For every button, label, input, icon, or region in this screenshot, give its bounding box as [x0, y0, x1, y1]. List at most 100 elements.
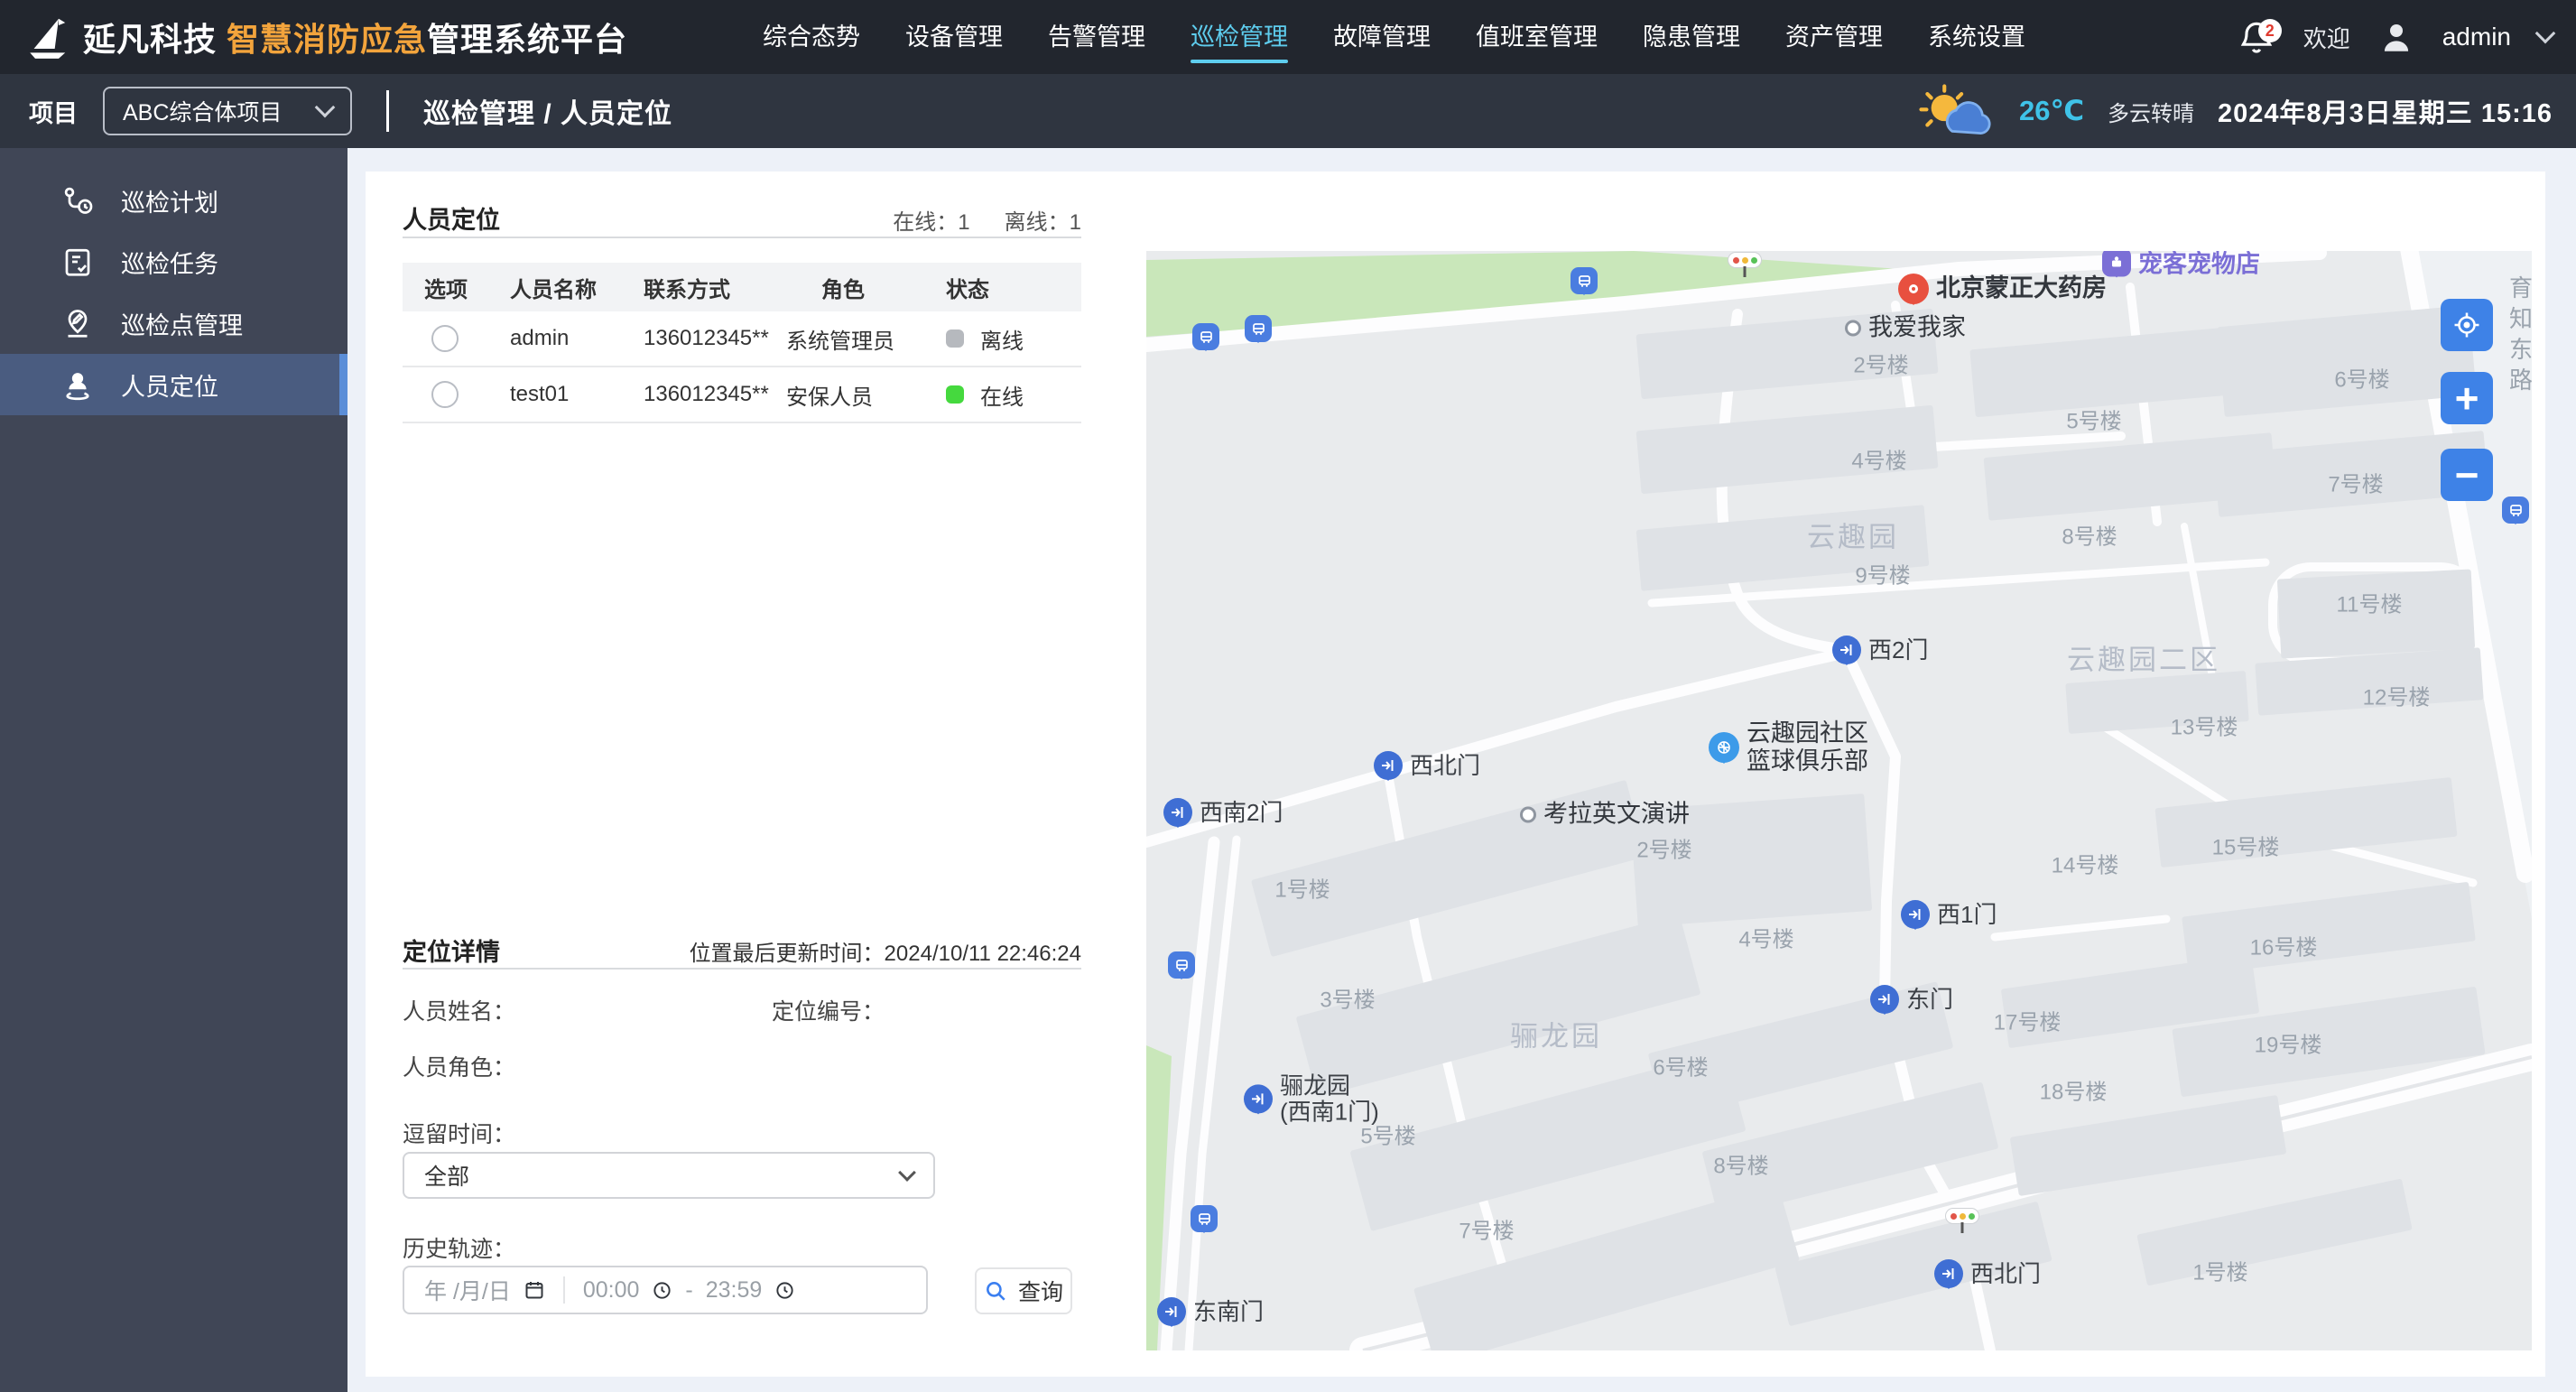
- app-title: 延凡科技 智慧消防应急管理系统平台: [83, 21, 628, 58]
- map-canvas[interactable]: 2号楼 5号楼 6号楼 4号楼 7号楼 8号楼 9号楼 云趣园 11号楼 12号楼 13号楼 云趣园二…: [1146, 251, 2532, 1350]
- gate-pin-icon: [1870, 985, 1899, 1014]
- col-header-option: 选项: [424, 277, 468, 302]
- location-pencil-icon: [68, 310, 88, 338]
- status-text: 在线: [980, 385, 1024, 410]
- cell-role: 系统管理员: [786, 329, 894, 354]
- poi-dot-icon: [1520, 805, 1536, 822]
- sidebar: 巡检计划 巡检任务 巡检点管理 人员定位: [0, 148, 347, 1392]
- personnel-table: 选项 人员名称 联系方式 角色 状态 admin 136012345** 系统管…: [403, 263, 1081, 423]
- bar-divider: [386, 90, 389, 132]
- nav-item-faults[interactable]: 故障管理: [1333, 0, 1431, 74]
- gate-pin-icon: [1157, 1297, 1186, 1326]
- table-row[interactable]: test01 136012345** 安保人员 在线: [403, 367, 1081, 423]
- sidebar-item-label: 巡检任务: [121, 250, 218, 278]
- last-update-time: 位置最后更新时间：2024/10/11 22:46:24: [689, 942, 1081, 966]
- route-clock-icon: [64, 187, 93, 214]
- map-bus-stop-marker: [1571, 267, 1598, 294]
- row-radio[interactable]: [431, 381, 459, 408]
- nav-item-settings[interactable]: 系统设置: [1928, 0, 2025, 74]
- map-label-building: 3号楼: [1320, 988, 1376, 1013]
- datetime-text: 2024年8月3日星期三 15:16: [2218, 99, 2553, 128]
- sail-logo-icon: [30, 18, 66, 59]
- nav-item-assets[interactable]: 资产管理: [1785, 0, 1883, 74]
- map-traffic-light-marker: [1728, 253, 1761, 267]
- table-header-row: 选项 人员名称 联系方式 角色 状态: [403, 263, 1081, 311]
- map-label-building: 4号楼: [1738, 927, 1794, 952]
- top-navbar: 延凡科技 智慧消防应急管理系统平台 综合态势 设备管理 告警管理 巡检管理 故障…: [0, 0, 2576, 74]
- status-dot: [946, 385, 964, 404]
- map-poi: 我爱我家: [1845, 313, 1966, 341]
- map-gate-marker: 西北门: [1374, 751, 1480, 780]
- bus-stop-icon: [1191, 1205, 1218, 1232]
- offline-count: 离线：1: [1004, 210, 1081, 235]
- history-track-label: 历史轨迹：: [403, 1237, 516, 1262]
- map-label-building: 14号楼: [2051, 853, 2119, 878]
- map-gate-marker: 西2门: [1832, 636, 1928, 664]
- project-select[interactable]: ABC综合体项目: [103, 87, 352, 135]
- cell-name: test01: [510, 382, 570, 406]
- map-label-building: 17号楼: [1993, 1010, 2062, 1035]
- weather-icon: [1919, 84, 1991, 135]
- history-datetime-input[interactable]: 年 /月/日 00:00 - 23:59: [403, 1266, 928, 1314]
- notification-bell-button[interactable]: 2: [2237, 17, 2282, 57]
- clock-icon[interactable]: [774, 1280, 795, 1301]
- sidebar-item-personnel-location[interactable]: 人员定位: [0, 354, 347, 415]
- nav-item-overview[interactable]: 综合态势: [763, 0, 860, 74]
- map-traffic-light-marker: [1946, 1209, 1978, 1223]
- map-label-building: 1号楼: [1274, 877, 1330, 903]
- detail-divider: [403, 968, 1081, 970]
- stay-time-select[interactable]: 全部: [403, 1152, 935, 1199]
- map-label-building: 1号楼: [2192, 1260, 2248, 1285]
- pharmacy-pin-icon: [1898, 274, 1929, 304]
- bus-stop-icon: [2502, 496, 2529, 524]
- cell-role: 安保人员: [786, 385, 873, 410]
- poi-dot-icon: [1845, 319, 1861, 336]
- map-label-area: 云趣园: [1807, 521, 1899, 553]
- breadcrumb: 巡检管理 / 人员定位: [423, 99, 673, 129]
- map-label-building: 16号楼: [2249, 935, 2318, 960]
- sidebar-item-patrol-plan[interactable]: 巡检计划: [0, 170, 347, 231]
- map-gate-marker: 西南2门: [1163, 798, 1283, 827]
- cell-phone: 136012345**: [644, 382, 769, 406]
- search-button[interactable]: 查询: [975, 1267, 1072, 1314]
- status-dot: [946, 329, 964, 348]
- input-separator: [562, 1276, 565, 1304]
- col-header-phone: 联系方式: [644, 277, 730, 302]
- map-gate-marker: 骊龙园 (西南1门): [1244, 1072, 1379, 1124]
- clock-icon[interactable]: [652, 1280, 672, 1301]
- table-row[interactable]: admin 136012345** 系统管理员 离线: [403, 311, 1081, 367]
- sidebar-item-patrol-points[interactable]: 巡检点管理: [0, 292, 347, 354]
- search-button-label: 查询: [1017, 1280, 1063, 1305]
- nav-item-patrol[interactable]: 巡检管理: [1191, 0, 1288, 74]
- clipboard-icon: [65, 248, 90, 276]
- row-radio[interactable]: [431, 325, 459, 352]
- online-offline-counts: 在线：1 离线：1: [893, 204, 1081, 236]
- calendar-icon[interactable]: [524, 1279, 545, 1301]
- map-bus-stop-marker: [1245, 315, 1272, 342]
- nav-item-duty-room[interactable]: 值班室管理: [1476, 0, 1598, 74]
- user-avatar-icon: [2384, 24, 2408, 51]
- user-menu-chevron-icon[interactable]: [2534, 23, 2556, 44]
- sidebar-item-patrol-task[interactable]: 巡检任务: [0, 231, 347, 292]
- nav-item-hazards[interactable]: 隐患管理: [1643, 0, 1740, 74]
- online-count: 在线：1: [893, 210, 970, 235]
- nav-item-alarms[interactable]: 告警管理: [1048, 0, 1145, 74]
- cell-phone: 136012345**: [644, 326, 769, 350]
- map-bus-stop-marker: [2502, 496, 2529, 524]
- sidebar-item-label: 人员定位: [121, 373, 218, 401]
- map-zoom-in-button[interactable]: +: [2441, 372, 2493, 424]
- map-locate-button[interactable]: [2441, 299, 2493, 351]
- time-range-dash: -: [685, 1276, 693, 1303]
- detail-title: 定位详情: [403, 939, 500, 966]
- project-select-chevron-icon: [314, 97, 336, 118]
- map-zoom-out-button[interactable]: −: [2441, 449, 2493, 501]
- stay-time-label: 逗留时间：: [403, 1122, 516, 1147]
- navbar-right: 2 欢迎 admin: [2237, 0, 2556, 74]
- map-gate-marker: 东南门: [1157, 1297, 1264, 1326]
- person-role-label: 人员角色：: [403, 1055, 516, 1081]
- nav-item-devices[interactable]: 设备管理: [905, 0, 1003, 74]
- map-label-building: 6号楼: [1653, 1055, 1709, 1081]
- panel-divider: [403, 237, 1081, 238]
- gate-pin-icon: [1901, 900, 1930, 929]
- map-poi-pharmacy: 北京蒙正大药房: [1898, 274, 2107, 304]
